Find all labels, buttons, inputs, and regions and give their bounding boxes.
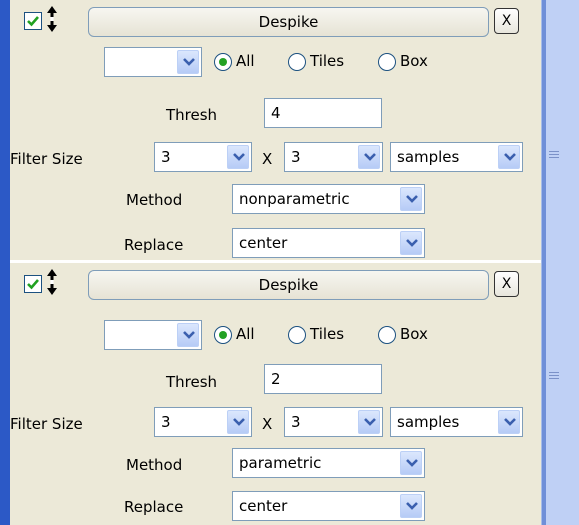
filter-y-value: 3 — [291, 413, 301, 431]
replace-label: Replace — [124, 236, 184, 254]
filter-units-select[interactable]: samples — [390, 142, 523, 172]
chevron-down-icon — [406, 502, 418, 510]
dropdown-button[interactable] — [498, 410, 520, 434]
chevron-down-icon — [406, 459, 418, 467]
chevron-down-icon — [406, 195, 418, 203]
scrollbar-edge — [542, 0, 546, 525]
method-label: Method — [126, 456, 183, 474]
dropdown-button[interactable] — [227, 145, 249, 169]
filter-x-select[interactable]: 3 — [154, 407, 252, 437]
chevron-down-icon — [406, 239, 418, 247]
x-separator: X — [262, 150, 273, 168]
chevron-down-icon — [183, 58, 195, 66]
close-button[interactable]: X — [494, 8, 519, 34]
radio-selected-dot — [219, 331, 227, 339]
method-value: parametric — [239, 454, 322, 472]
radio-all-label: All — [236, 52, 255, 70]
filter-x-value: 3 — [161, 148, 171, 166]
close-button[interactable]: X — [494, 271, 519, 297]
filter-units-value: samples — [397, 413, 460, 431]
dropdown-button[interactable] — [498, 145, 520, 169]
dropdown-button[interactable] — [358, 410, 380, 434]
panel-title: Despike — [258, 276, 319, 294]
chevron-down-icon — [233, 418, 245, 426]
checkmark-icon — [27, 279, 39, 290]
thresh-value: 4 — [271, 104, 281, 122]
reorder-handle[interactable] — [46, 269, 58, 295]
method-select[interactable]: parametric — [232, 448, 425, 478]
region-select[interactable] — [104, 320, 202, 350]
thresh-input[interactable]: 4 — [264, 98, 382, 128]
thresh-value: 2 — [271, 370, 281, 388]
radio-tiles-label: Tiles — [310, 52, 345, 70]
filter-size-label: Filter Size — [10, 150, 83, 168]
panel-title: Despike — [258, 13, 319, 31]
radio-all-label: All — [236, 325, 255, 343]
dropdown-button[interactable] — [358, 145, 380, 169]
filter-x-value: 3 — [161, 413, 171, 431]
up-down-arrows-icon — [47, 269, 57, 295]
enable-checkbox[interactable] — [24, 275, 42, 293]
dropdown-button[interactable] — [400, 231, 422, 255]
chevron-down-icon — [504, 153, 516, 161]
chevron-down-icon — [233, 153, 245, 161]
filter-units-value: samples — [397, 148, 460, 166]
enable-checkbox[interactable] — [24, 12, 42, 30]
radio-box-label: Box — [400, 325, 428, 343]
radio-tiles[interactable] — [288, 326, 306, 344]
chevron-down-icon — [364, 418, 376, 426]
close-label: X — [501, 276, 512, 292]
scroll-grip-icon[interactable] — [549, 151, 559, 160]
replace-label: Replace — [124, 498, 184, 516]
chevron-down-icon — [183, 331, 195, 339]
filter-y-value: 3 — [291, 148, 301, 166]
thresh-label: Thresh — [166, 373, 218, 391]
radio-all[interactable] — [214, 53, 232, 71]
filter-size-label: Filter Size — [10, 415, 83, 433]
checkmark-icon — [27, 16, 39, 27]
dropdown-button[interactable] — [400, 187, 422, 211]
close-label: X — [501, 13, 512, 29]
replace-select[interactable]: center — [232, 228, 425, 258]
replace-select[interactable]: center — [232, 491, 425, 521]
dropdown-button[interactable] — [400, 451, 422, 475]
thresh-input[interactable]: 2 — [264, 364, 382, 394]
vertical-scrollbar[interactable] — [541, 0, 579, 525]
panel-title-button[interactable]: Despike — [88, 270, 489, 300]
chevron-down-icon — [364, 153, 376, 161]
x-separator: X — [262, 415, 273, 433]
radio-all[interactable] — [214, 326, 232, 344]
up-down-arrows-icon — [47, 6, 57, 32]
chevron-down-icon — [504, 418, 516, 426]
dropdown-button[interactable] — [177, 323, 199, 347]
radio-box[interactable] — [378, 53, 396, 71]
method-value: nonparametric — [239, 190, 350, 208]
radio-box-label: Box — [400, 52, 428, 70]
radio-tiles[interactable] — [288, 53, 306, 71]
left-edge-strip — [0, 0, 10, 525]
radio-selected-dot — [219, 58, 227, 66]
radio-tiles-label: Tiles — [310, 325, 345, 343]
replace-value: center — [239, 497, 288, 515]
filter-y-select[interactable]: 3 — [284, 142, 383, 172]
filter-x-select[interactable]: 3 — [154, 142, 252, 172]
method-select[interactable]: nonparametric — [232, 184, 425, 214]
dropdown-button[interactable] — [177, 50, 199, 74]
filter-units-select[interactable]: samples — [390, 407, 523, 437]
dropdown-button[interactable] — [227, 410, 249, 434]
thresh-label: Thresh — [166, 106, 218, 124]
panel-title-button[interactable]: Despike — [88, 7, 489, 37]
reorder-handle[interactable] — [46, 6, 58, 32]
method-label: Method — [126, 191, 183, 209]
replace-value: center — [239, 234, 288, 252]
radio-box[interactable] — [378, 326, 396, 344]
scroll-grip-icon[interactable] — [549, 372, 559, 381]
filter-y-select[interactable]: 3 — [284, 407, 383, 437]
despike-panel-2: Despike X All Tiles Box Thresh 2 Filter … — [10, 263, 541, 523]
dropdown-button[interactable] — [400, 494, 422, 518]
despike-panel-1: Despike X All Tiles Box Thresh 4 Filter … — [10, 0, 541, 260]
region-select[interactable] — [104, 47, 202, 77]
